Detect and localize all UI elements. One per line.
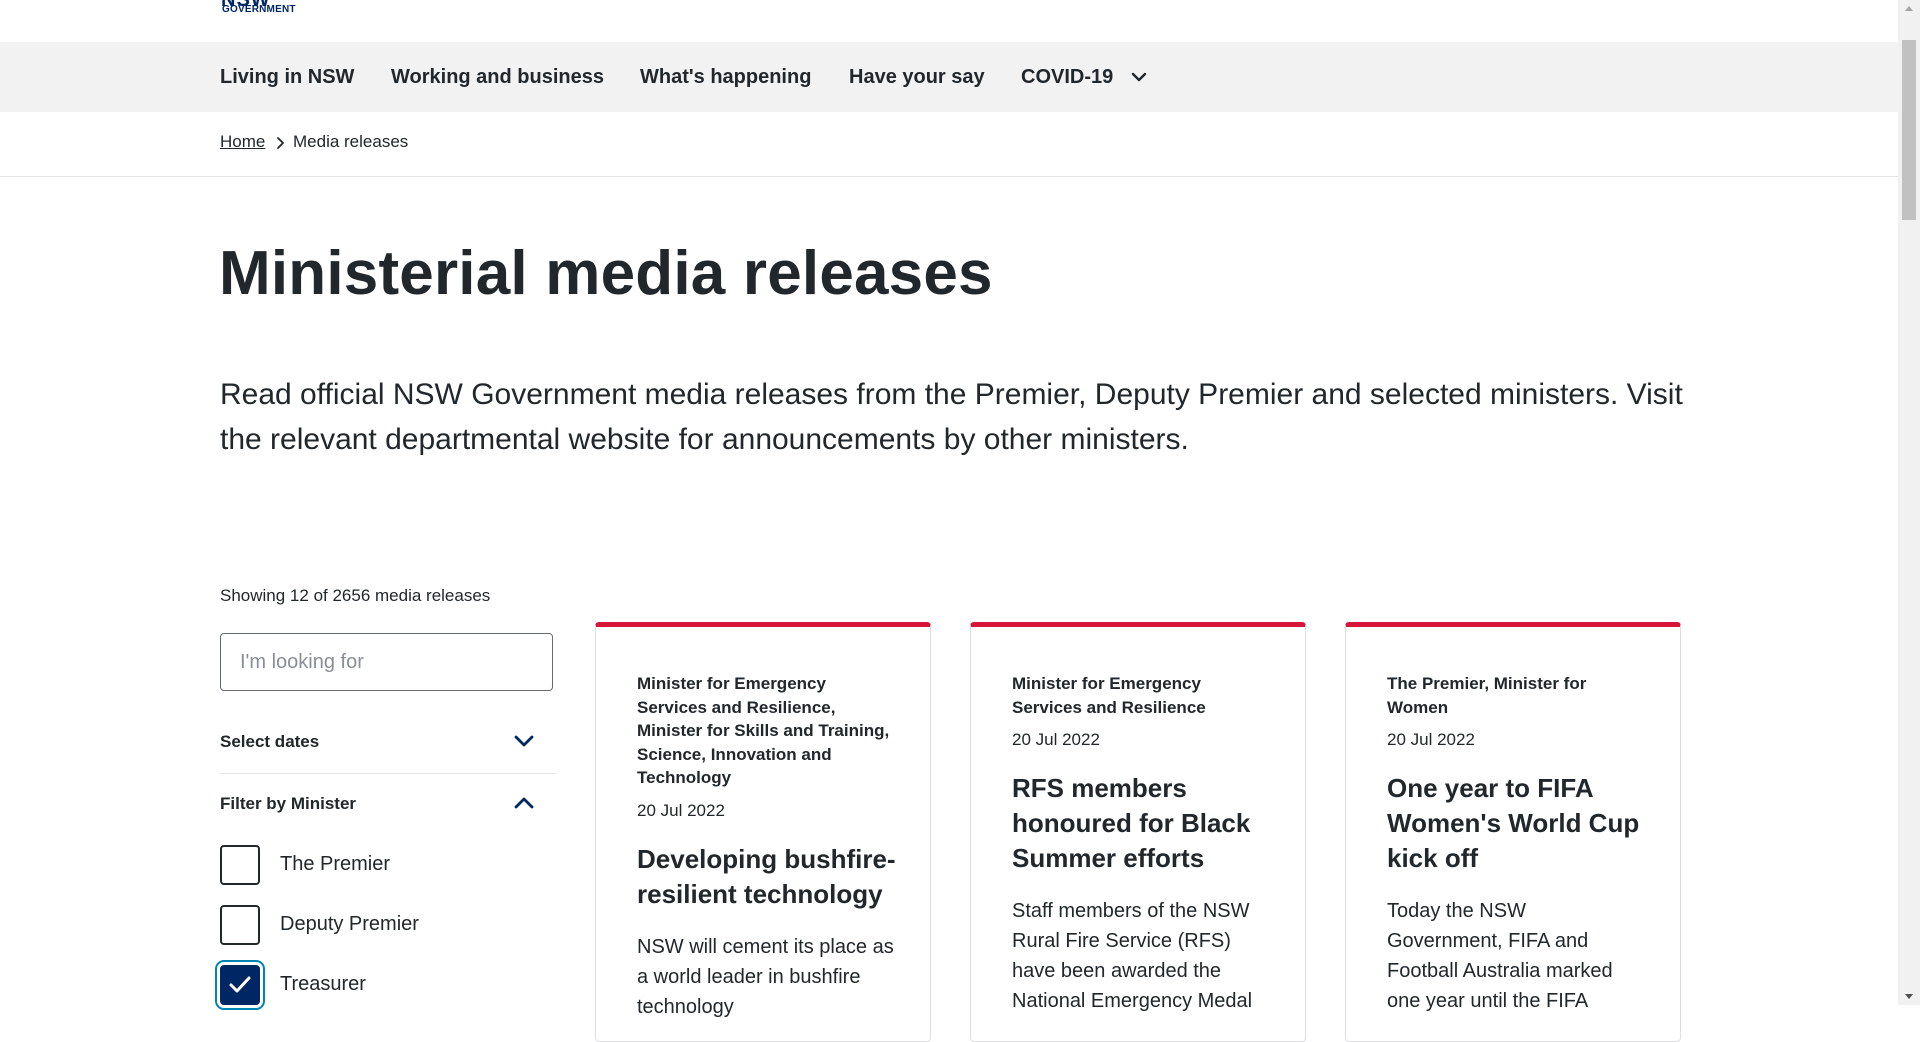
chevron-right-icon (274, 136, 288, 150)
search-input[interactable] (220, 633, 553, 691)
card-title[interactable]: RFS members honoured for Black Summer ef… (1012, 771, 1272, 876)
card-excerpt: Today the NSW Government, FIFA and Footb… (1387, 900, 1613, 1012)
media-release-card[interactable]: Minister for Emergency Services and Resi… (970, 622, 1306, 1042)
checkmark-icon (229, 976, 251, 993)
checkbox-label: Treasurer (280, 973, 366, 995)
breadcrumb-home-link[interactable]: Home (220, 132, 265, 152)
nav-item-covid-19[interactable]: COVID-19 (1021, 42, 1147, 112)
minister-checkbox-deputy-premier[interactable]: Deputy Premier (220, 905, 555, 947)
logo-subtext: GOVERNMENT (222, 4, 296, 15)
chevron-up-icon (513, 796, 535, 810)
checkbox[interactable] (220, 905, 260, 945)
select-dates-toggle[interactable]: Select dates (220, 712, 555, 772)
results-count: Showing 12 of 2656 media releases (220, 586, 491, 605)
card-minister: The Premier, Minister for Women (1387, 674, 1587, 717)
scroll-up-arrow-icon[interactable] (1898, 0, 1920, 18)
card-minister: Minister for Emergency Services and Resi… (637, 674, 890, 787)
nav-item-label: What's happening (640, 66, 812, 88)
page-intro: Read official NSW Government media relea… (220, 378, 1683, 456)
minister-checkbox-the-premier[interactable]: The Premier (220, 845, 555, 887)
card-date: 20 Jul 2022 (1387, 730, 1475, 749)
media-release-card[interactable]: The Premier, Minister for Women 20 Jul 2… (1345, 622, 1681, 1042)
checkbox-label: The Premier (280, 853, 391, 875)
minister-checkbox-treasurer[interactable]: Treasurer (220, 965, 555, 1007)
nav-item-label: Have your say (849, 66, 985, 88)
scrollbar-thumb[interactable] (1902, 40, 1916, 220)
card-date: 20 Jul 2022 (637, 800, 725, 820)
top-bar: NSW GOVERNMENT (0, 0, 1898, 42)
filter-by-minister-label: Filter by Minister (220, 794, 357, 813)
card-excerpt: NSW will cement its place as a world lea… (637, 935, 894, 1018)
card-content: Minister for Emergency Services and Resi… (1012, 672, 1272, 1016)
breadcrumb-current: Media releases (293, 132, 409, 151)
card-date: 20 Jul 2022 (1012, 730, 1100, 749)
card-content: The Premier, Minister for Women 20 Jul 2… (1387, 672, 1647, 1016)
nav-item-living-in-nsw[interactable]: Living in NSW (220, 42, 354, 112)
checkbox-label: Deputy Premier (280, 913, 419, 935)
nav-item-label: COVID-19 (1021, 66, 1114, 88)
page: NSW GOVERNMENT Living in NSW Working and… (0, 0, 1898, 1042)
media-release-card[interactable]: Minister for Emergency Services and Resi… (595, 622, 931, 1042)
card-content: Minister for Emergency Services and Resi… (637, 672, 897, 1022)
checkbox-checked[interactable] (220, 965, 260, 1005)
nav-item-have-your-say[interactable]: Have your say (849, 42, 985, 112)
nav-item-whats-happening[interactable]: What's happening (640, 42, 811, 112)
filter-by-minister-toggle[interactable]: Filter by Minister (220, 774, 555, 834)
page-title: Ministerial media releases (219, 239, 993, 308)
card-title[interactable]: One year to FIFA Women's World Cup kick … (1387, 771, 1647, 876)
checkbox[interactable] (220, 845, 260, 885)
card-minister: Minister for Emergency Services and Resi… (1012, 674, 1206, 717)
select-dates-label: Select dates (220, 732, 320, 751)
nav-item-working-and-business[interactable]: Working and business (391, 42, 604, 112)
card-title[interactable]: Developing bushfire-resilient technology (637, 842, 897, 912)
scroll-down-arrow-icon[interactable] (1898, 987, 1920, 1005)
breadcrumb: Home Media releases (0, 112, 1898, 177)
nav-item-label: Working and business (391, 66, 604, 88)
nav-item-label: Living in NSW (220, 66, 355, 88)
card-excerpt: Staff members of the NSW Rural Fire Serv… (1012, 900, 1253, 1012)
chevron-down-icon (1131, 41, 1147, 111)
main-navigation: Living in NSW Working and business What'… (0, 42, 1898, 112)
chevron-down-icon (513, 734, 535, 748)
nsw-government-logo[interactable]: NSW GOVERNMENT (221, 0, 305, 18)
